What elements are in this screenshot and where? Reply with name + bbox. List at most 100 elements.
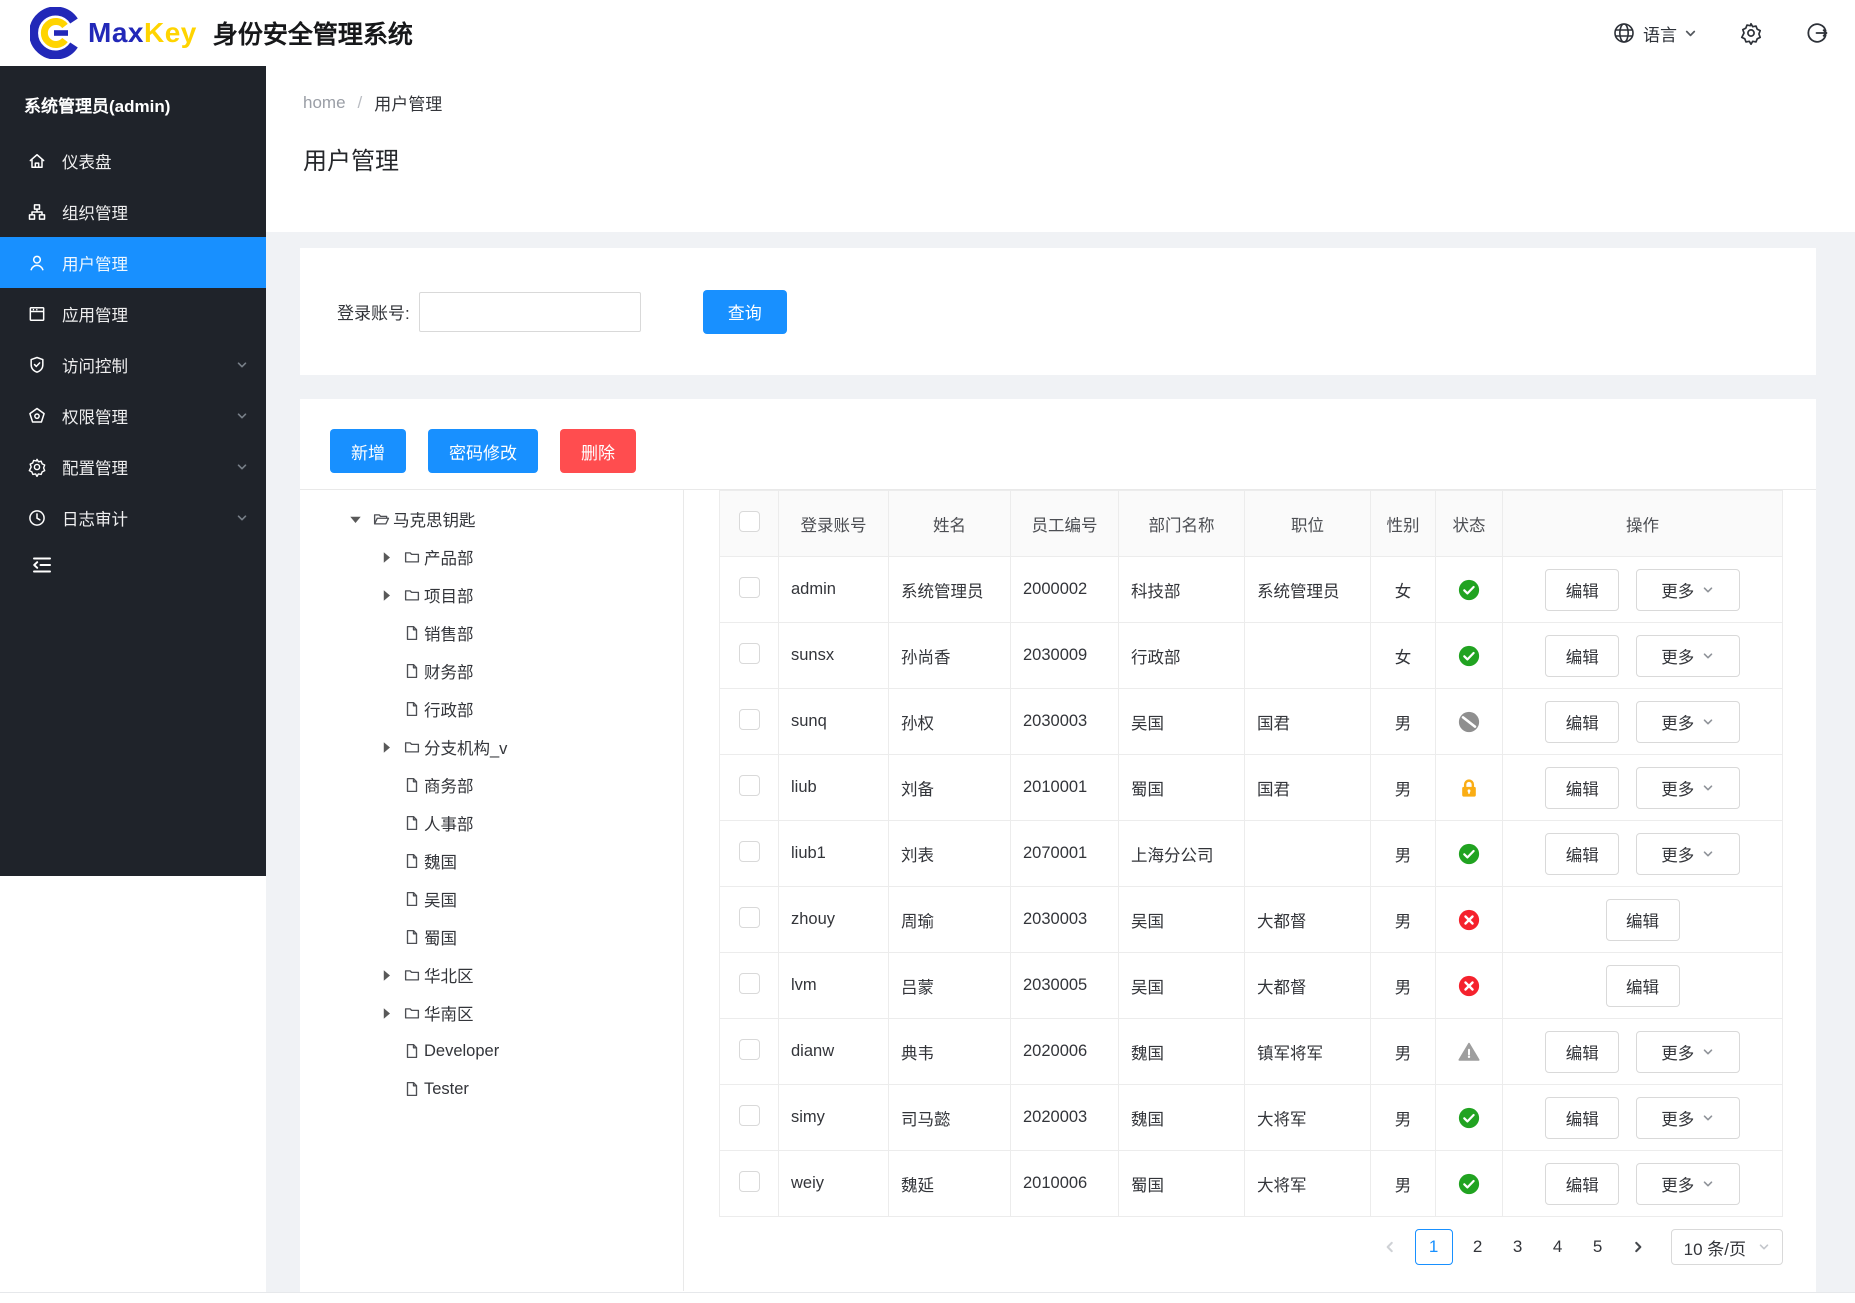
- sidebar-item-配置管理[interactable]: 配置管理: [0, 441, 266, 492]
- sidebar-item-访问控制[interactable]: 访问控制: [0, 339, 266, 390]
- cell-employee-id: 2070001: [1011, 821, 1119, 887]
- cell-department: 吴国: [1119, 887, 1245, 953]
- row-checkbox[interactable]: [739, 577, 760, 598]
- sidebar-item-应用管理[interactable]: 应用管理: [0, 288, 266, 339]
- edit-button[interactable]: 编辑: [1545, 833, 1619, 875]
- search-button[interactable]: 查询: [703, 290, 787, 334]
- pagination-page-2[interactable]: 2: [1463, 1229, 1493, 1265]
- edit-button[interactable]: 编辑: [1606, 899, 1680, 941]
- tree-node[interactable]: 马克思钥匙: [300, 500, 683, 538]
- tree-node[interactable]: 产品部: [300, 538, 683, 576]
- tree-node[interactable]: 行政部: [300, 690, 683, 728]
- row-checkbox[interactable]: [739, 1105, 760, 1126]
- sidebar-item-组织管理[interactable]: 组织管理: [0, 186, 266, 237]
- cell-employee-id: 2010006: [1011, 1151, 1119, 1217]
- row-checkbox[interactable]: [739, 709, 760, 730]
- row-checkbox[interactable]: [739, 1171, 760, 1192]
- edit-button[interactable]: 编辑: [1545, 701, 1619, 743]
- pagination-page-4[interactable]: 4: [1543, 1229, 1573, 1265]
- logout-icon[interactable]: [1805, 21, 1829, 45]
- more-button[interactable]: 更多: [1636, 767, 1740, 809]
- status-icon: [1458, 909, 1480, 931]
- sidebar-item-仪表盘[interactable]: 仪表盘: [0, 135, 266, 186]
- cell-account: zhouy: [779, 887, 889, 953]
- tree-node[interactable]: 吴国: [300, 880, 683, 918]
- pagination-prev-icon[interactable]: [1375, 1229, 1405, 1265]
- tree-caret-icon[interactable]: [380, 589, 393, 602]
- tree-node[interactable]: 华北区: [300, 956, 683, 994]
- toolbar: 新增 密码修改 删除: [300, 429, 1816, 473]
- cell-actions: 编辑 更多: [1503, 821, 1783, 887]
- chevron-down-icon: [1702, 584, 1714, 596]
- edit-button[interactable]: 编辑: [1545, 1031, 1619, 1073]
- more-button[interactable]: 更多: [1636, 833, 1740, 875]
- tree-node[interactable]: 华南区: [300, 994, 683, 1032]
- cell-gender: 男: [1371, 953, 1436, 1019]
- more-button[interactable]: 更多: [1636, 635, 1740, 677]
- row-checkbox[interactable]: [739, 907, 760, 928]
- cell-status: [1436, 1151, 1503, 1217]
- table-row: sunsx 孙尚香 2030009 行政部 女 编辑 更多: [720, 623, 1783, 689]
- tree-caret-icon[interactable]: [380, 969, 393, 982]
- tree-node[interactable]: 商务部: [300, 766, 683, 804]
- row-checkbox[interactable]: [739, 775, 760, 796]
- breadcrumb-separator: /: [358, 93, 363, 113]
- tree-caret-icon[interactable]: [380, 1007, 393, 1020]
- tree-node[interactable]: 魏国: [300, 842, 683, 880]
- settings-gear-icon[interactable]: [1739, 21, 1763, 45]
- tree-caret-icon[interactable]: [349, 513, 362, 526]
- more-button[interactable]: 更多: [1636, 1163, 1740, 1205]
- more-button[interactable]: 更多: [1636, 1031, 1740, 1073]
- cell-actions: 编辑 更多: [1503, 689, 1783, 755]
- sidebar-item-权限管理[interactable]: 权限管理: [0, 390, 266, 441]
- row-checkbox[interactable]: [739, 643, 760, 664]
- tree-node[interactable]: Tester: [300, 1070, 683, 1108]
- search-account-input[interactable]: [419, 292, 641, 332]
- tree-node[interactable]: 销售部: [300, 614, 683, 652]
- cell-employee-id: 2020006: [1011, 1019, 1119, 1085]
- tree-node[interactable]: 分支机构_v: [300, 728, 683, 766]
- more-button[interactable]: 更多: [1636, 701, 1740, 743]
- tree-node[interactable]: 人事部: [300, 804, 683, 842]
- select-all-checkbox[interactable]: [739, 511, 760, 532]
- tree-node[interactable]: 财务部: [300, 652, 683, 690]
- cell-account: liub: [779, 755, 889, 821]
- cell-department: 吴国: [1119, 953, 1245, 1019]
- edit-button[interactable]: 编辑: [1545, 1163, 1619, 1205]
- add-button[interactable]: 新增: [330, 429, 406, 473]
- more-button[interactable]: 更多: [1636, 569, 1740, 611]
- more-button[interactable]: 更多: [1636, 1097, 1740, 1139]
- brand-logo-area[interactable]: MaxKey 身份安全管理系统: [30, 7, 413, 59]
- edit-button[interactable]: 编辑: [1606, 965, 1680, 1007]
- tree-node[interactable]: 项目部: [300, 576, 683, 614]
- row-checkbox[interactable]: [739, 973, 760, 994]
- status-icon: [1458, 1107, 1480, 1129]
- edit-button[interactable]: 编辑: [1545, 635, 1619, 677]
- pagination-next-icon[interactable]: [1623, 1229, 1653, 1265]
- status-icon: [1458, 711, 1480, 733]
- pagination-page-3[interactable]: 3: [1503, 1229, 1533, 1265]
- cell-position: 大都督: [1245, 953, 1371, 1019]
- change-password-button[interactable]: 密码修改: [428, 429, 538, 473]
- delete-button[interactable]: 删除: [560, 429, 636, 473]
- page-head: home / 用户管理 用户管理: [266, 66, 1855, 232]
- pagination-page-1[interactable]: 1: [1415, 1229, 1453, 1265]
- breadcrumb-home-link[interactable]: home: [303, 93, 346, 113]
- edit-button[interactable]: 编辑: [1545, 569, 1619, 611]
- sidebar-item-用户管理[interactable]: 用户管理: [0, 237, 266, 288]
- cell-department: 魏国: [1119, 1019, 1245, 1085]
- edit-button[interactable]: 编辑: [1545, 1097, 1619, 1139]
- language-selector[interactable]: 语言: [1612, 21, 1697, 46]
- tree-caret-icon[interactable]: [380, 741, 393, 754]
- tree-caret-icon[interactable]: [380, 551, 393, 564]
- pagination-page-5[interactable]: 5: [1583, 1229, 1613, 1265]
- row-checkbox[interactable]: [739, 841, 760, 862]
- row-checkbox[interactable]: [739, 1039, 760, 1060]
- sidebar-item-日志审计[interactable]: 日志审计: [0, 492, 266, 543]
- tree-node[interactable]: 蜀国: [300, 918, 683, 956]
- edit-button[interactable]: 编辑: [1545, 767, 1619, 809]
- tree-node[interactable]: Developer: [300, 1032, 683, 1070]
- page-size-select[interactable]: 10 条/页: [1671, 1229, 1783, 1265]
- cell-department: 蜀国: [1119, 1151, 1245, 1217]
- menu-fold-icon[interactable]: [30, 553, 54, 577]
